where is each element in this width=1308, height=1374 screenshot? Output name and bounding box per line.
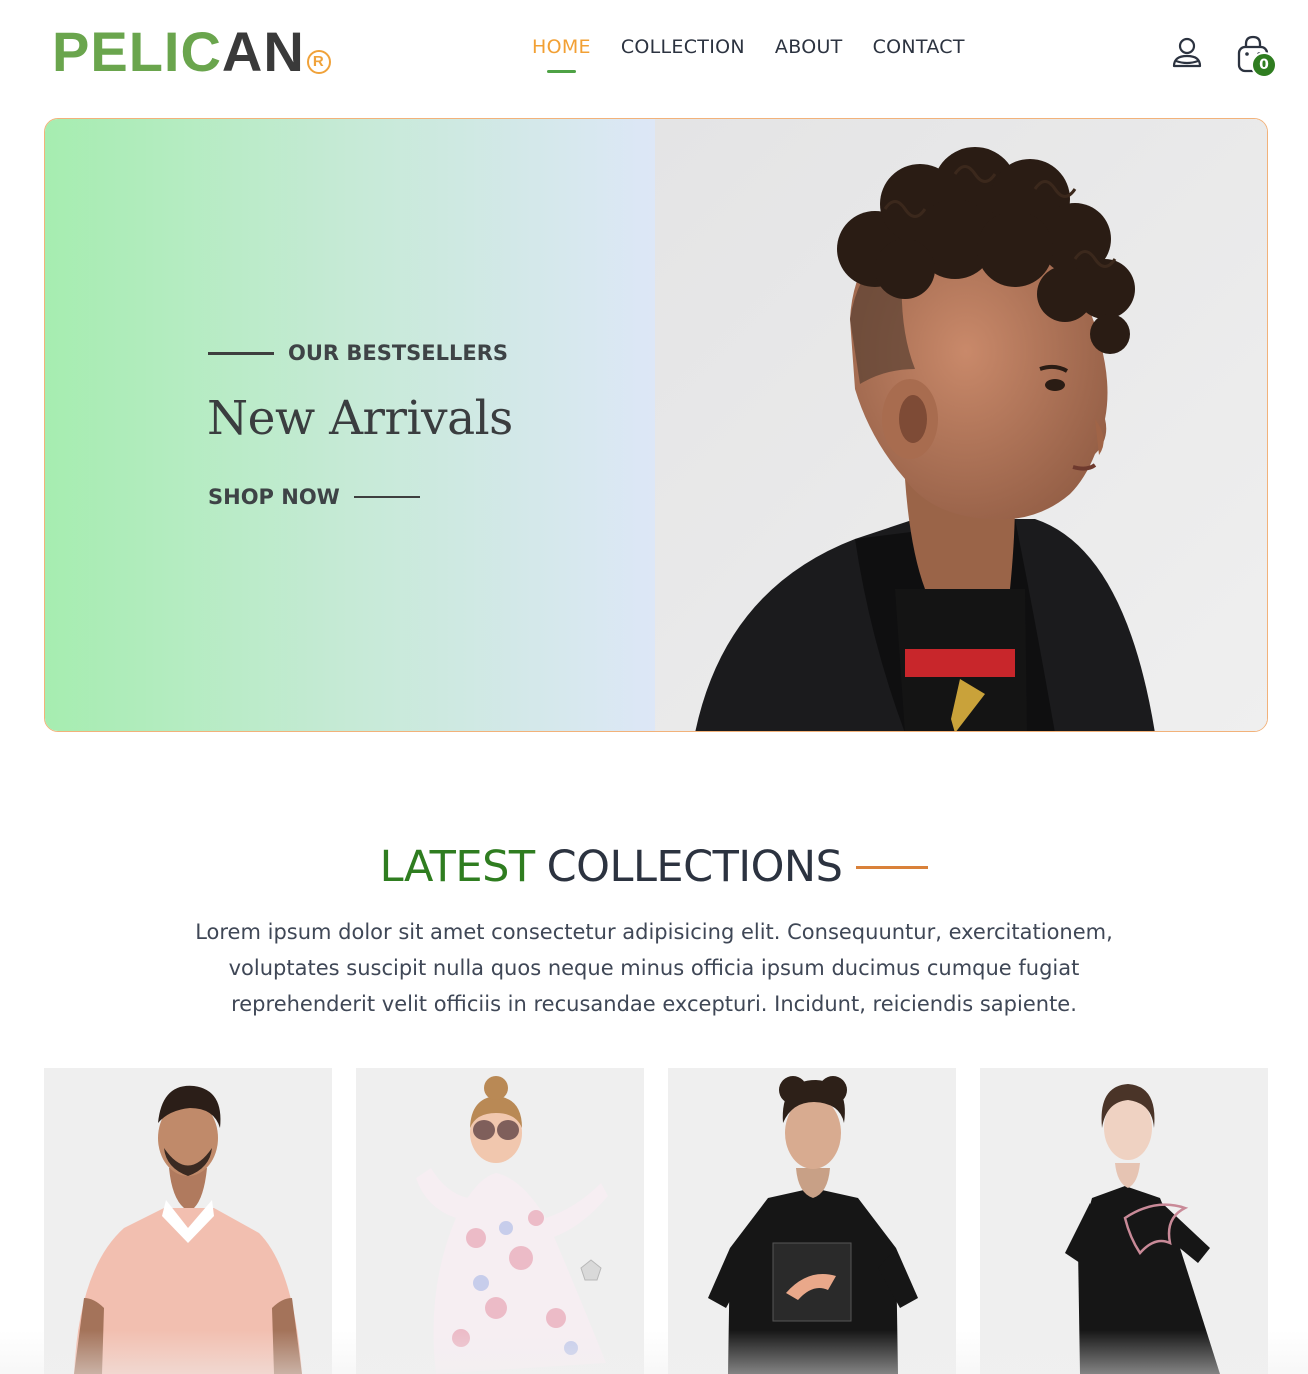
product-card[interactable] [356,1068,644,1374]
main-nav: HOME COLLECTION ABOUT CONTACT [532,36,965,76]
section-title: LATEST COLLECTIONS [0,842,1308,892]
logo-text-green: PELIC [52,20,222,83]
hero-banner: OUR BESTSELLERS New Arrivals SHOP NOW [44,118,1268,732]
product-card[interactable] [668,1068,956,1374]
logo-text-dark: AN [221,20,305,83]
section-title-line [856,865,929,869]
man-black-tshirt-image [668,1068,956,1374]
eyebrow-line [208,351,274,355]
hero-text-panel: OUR BESTSELLERS New Arrivals SHOP NOW [45,119,655,731]
hero-image [655,119,1267,731]
hero-title: New Arrivals [207,391,513,446]
shop-now-line [353,496,420,498]
brand-logo[interactable]: PELIC AN R [52,22,331,82]
product-card[interactable] [44,1068,332,1374]
registered-mark: R [306,50,331,74]
cart-count-badge: 0 [1251,52,1277,78]
section-title-dark: COLLECTIONS [546,842,843,892]
hero-eyebrow-text: OUR BESTSELLERS [288,341,509,365]
man-pink-polo-image [44,1068,332,1374]
product-grid [44,1068,1268,1374]
shop-now-link[interactable]: SHOP NOW [208,485,420,509]
site-header: PELIC AN R HOME COLLECTION ABOUT CONTACT 0 [0,0,1308,100]
product-card[interactable] [980,1068,1268,1374]
nav-home[interactable]: HOME [532,36,591,76]
woman-black-tshirt-image [980,1068,1268,1374]
girl-floral-dress-image [356,1068,644,1374]
section-description: Lorem ipsum dolor sit amet consectetur a… [195,920,1113,1016]
hero-eyebrow: OUR BESTSELLERS [208,341,508,365]
nav-collection[interactable]: COLLECTION [621,36,745,76]
section-title-green: LATEST [379,842,536,892]
nav-about[interactable]: ABOUT [775,36,843,76]
boy-portrait-illustration [655,119,1267,731]
nav-contact[interactable]: CONTACT [873,36,965,76]
shop-now-label: SHOP NOW [208,485,340,509]
user-icon[interactable] [1170,36,1204,70]
